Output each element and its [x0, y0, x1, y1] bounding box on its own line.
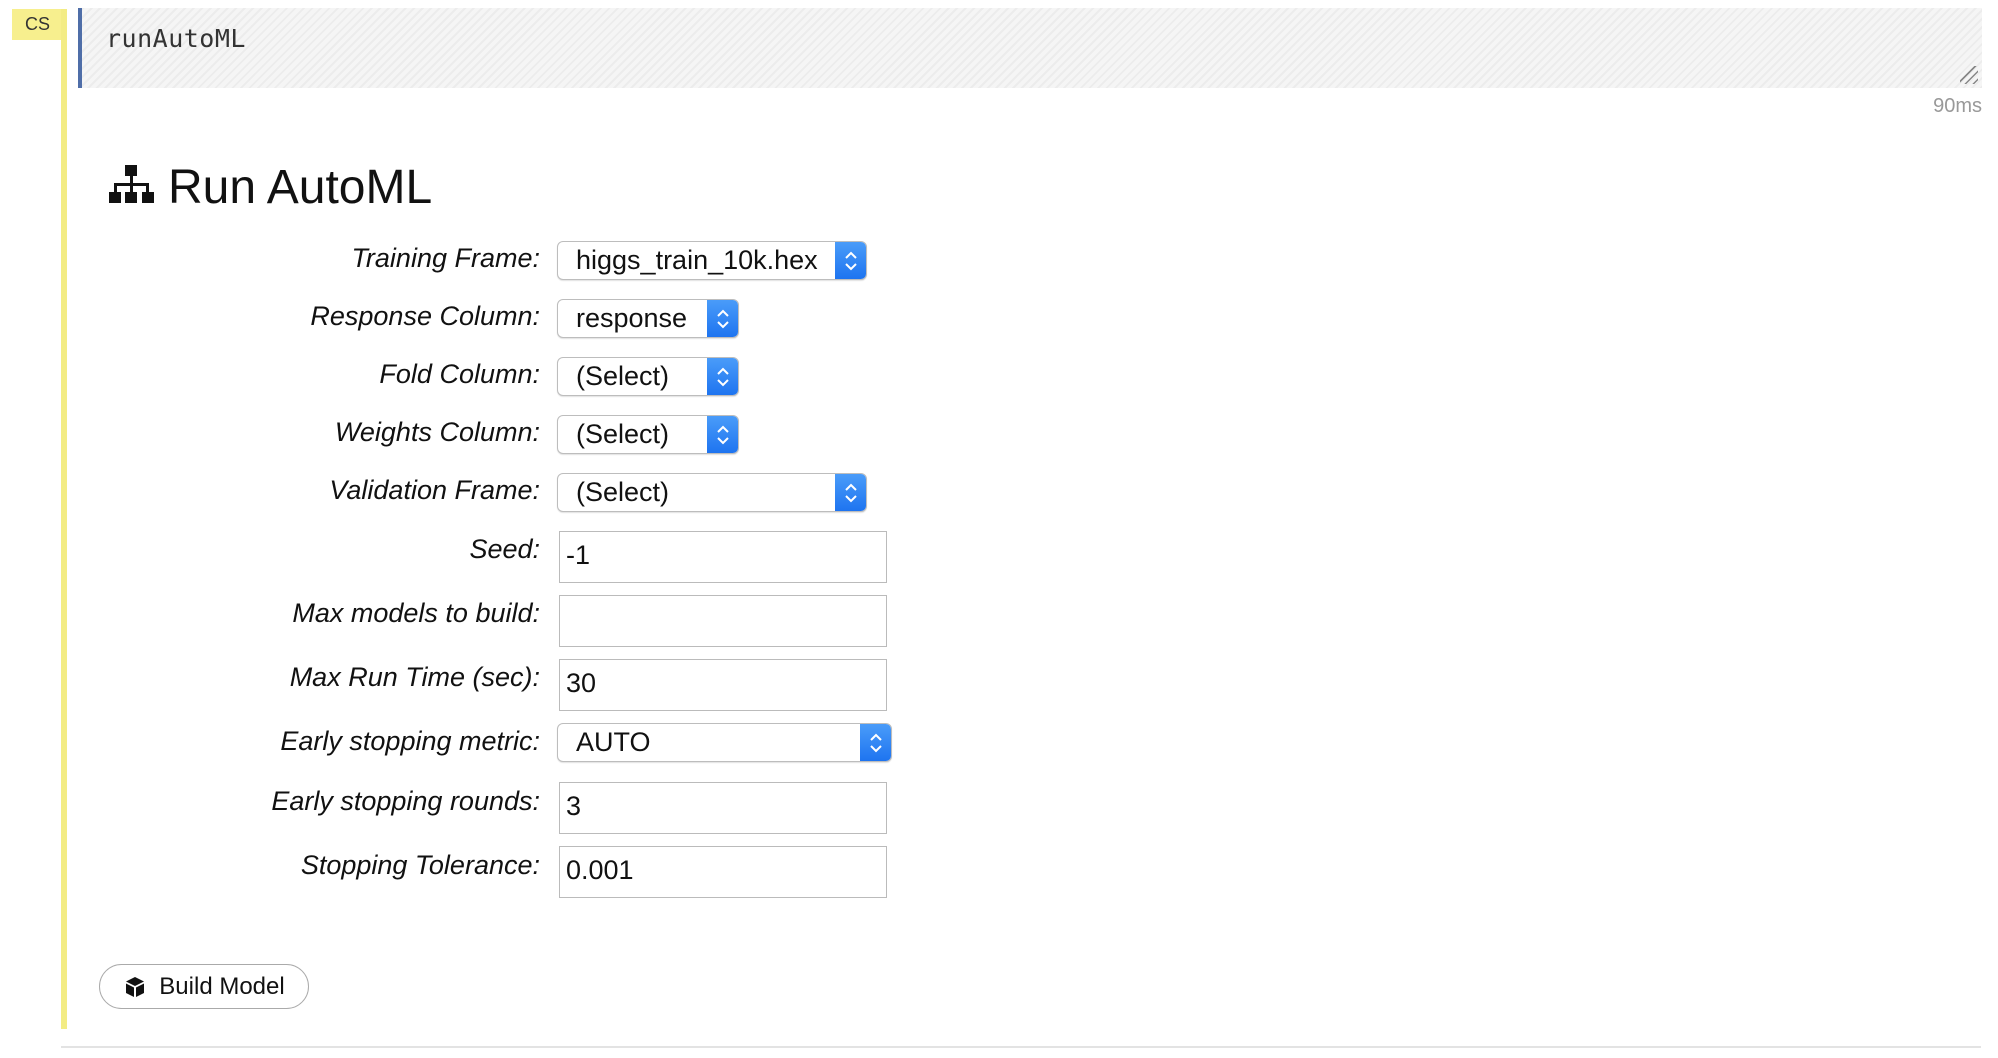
stopping-metric-label: Early stopping metric: [280, 726, 540, 756]
max-run-time-input[interactable]: 30 [559, 659, 887, 711]
stopping-rounds-input[interactable]: 3 [559, 782, 887, 834]
fold-column-value: (Select) [576, 361, 670, 391]
code-text[interactable]: runAutoML [106, 24, 246, 53]
stopping-tolerance-label: Stopping Tolerance: [300, 850, 540, 880]
sitemap-icon [106, 163, 156, 212]
fold-column-label: Fold Column: [379, 359, 540, 389]
stopping-metric-value: AUTO [576, 727, 651, 757]
code-editor[interactable]: runAutoML [78, 8, 1982, 88]
fold-column-select[interactable]: (Select) [557, 357, 739, 396]
page-heading: Run AutoML [106, 160, 432, 215]
max-models-label: Max models to build: [292, 598, 540, 628]
chevron-updown-icon [835, 474, 866, 511]
chevron-updown-icon [707, 300, 738, 337]
chevron-updown-icon [707, 358, 738, 395]
training-frame-value: higgs_train_10k.hex [576, 245, 818, 275]
build-model-label: Build Model [159, 972, 285, 1000]
page-title: Run AutoML [168, 161, 433, 214]
response-column-value: response [576, 303, 688, 333]
cell-selection-bar [61, 9, 67, 1029]
cell-divider [61, 1046, 1981, 1048]
cell-type-badge[interactable]: CS [12, 9, 63, 40]
seed-label: Seed: [469, 534, 540, 564]
stopping-metric-select[interactable]: AUTO [557, 723, 892, 762]
weights-column-select[interactable]: (Select) [557, 415, 739, 454]
training-frame-select[interactable]: higgs_train_10k.hex [557, 241, 867, 280]
training-frame-label: Training Frame: [351, 243, 540, 273]
build-model-button[interactable]: Build Model [99, 964, 309, 1009]
chevron-updown-icon [835, 242, 866, 279]
max-run-time-label: Max Run Time (sec): [289, 662, 540, 692]
stopping-rounds-label: Early stopping rounds: [271, 786, 540, 816]
validation-frame-value: (Select) [576, 477, 670, 507]
weights-column-label: Weights Column: [334, 417, 540, 447]
response-column-select[interactable]: response [557, 299, 739, 338]
validation-frame-select[interactable]: (Select) [557, 473, 867, 512]
validation-frame-label: Validation Frame: [329, 475, 540, 505]
execution-time: 90ms [1933, 95, 1982, 117]
editor-resize-handle[interactable] [1960, 66, 1978, 84]
weights-column-value: (Select) [576, 419, 670, 449]
chevron-updown-icon [860, 724, 891, 761]
seed-input[interactable]: -1 [559, 531, 887, 583]
cube-icon [123, 975, 147, 999]
max-models-input[interactable] [559, 595, 887, 647]
chevron-updown-icon [707, 416, 738, 453]
response-column-label: Response Column: [310, 301, 540, 331]
stopping-tolerance-input[interactable]: 0.001 [559, 846, 887, 898]
